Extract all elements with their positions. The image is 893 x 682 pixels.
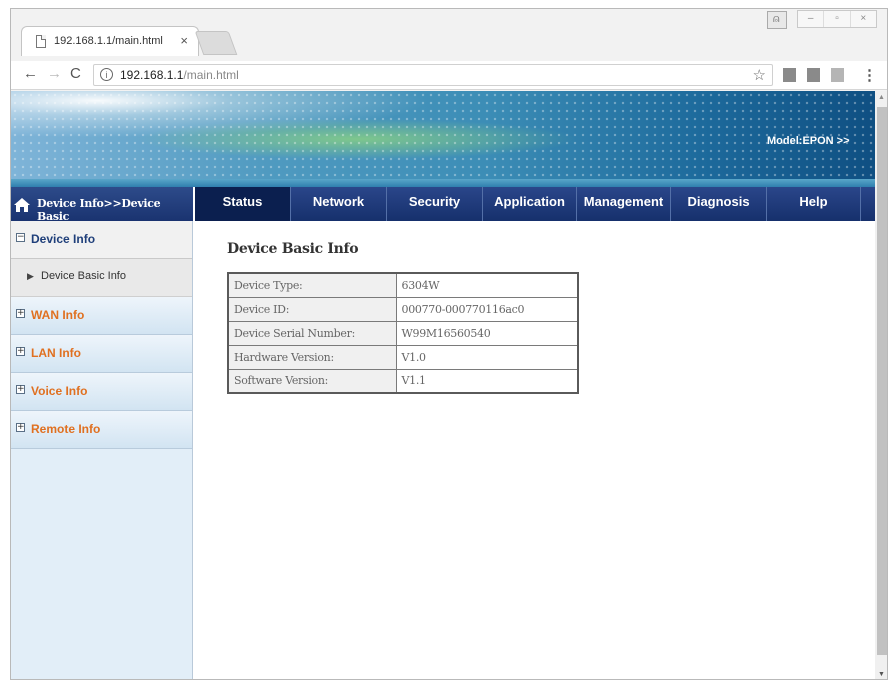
reload-icon[interactable]: C	[70, 65, 81, 82]
page-icon	[36, 35, 46, 48]
user-profile-icon[interactable]: ⍝	[767, 11, 787, 29]
row-value: V1.1	[395, 368, 579, 394]
extension-icon[interactable]	[807, 68, 820, 82]
row-label: Software Version:	[227, 368, 397, 394]
sidebar-group-wan-info[interactable]: + WAN Info	[11, 297, 192, 335]
address-bar[interactable]: i 192.168.1.1/main.html ☆	[93, 64, 773, 86]
page-title: Device Basic Info	[227, 241, 359, 257]
browser-menu-icon[interactable]: ⋮	[862, 66, 877, 84]
sidebar-group-lan-info[interactable]: + LAN Info	[11, 335, 192, 373]
maximize-button[interactable]: ▫	[824, 11, 851, 27]
window-controls: – ▫ ×	[797, 10, 877, 28]
sidebar-group-label: Voice Info	[31, 384, 88, 398]
info-icon[interactable]: i	[100, 68, 113, 81]
back-arrow-icon[interactable]: ←	[23, 65, 38, 82]
device-info-table: Device Type: 6304W Device ID: 000770-000…	[227, 272, 579, 394]
tab-title: 192.168.1.1/main.html	[54, 35, 163, 47]
sidebar-group-voice-info[interactable]: + Voice Info	[11, 373, 192, 411]
breadcrumb: Device Info>>Device Basic	[11, 187, 193, 223]
sidebar-group-label: Device Info	[31, 232, 96, 246]
nav-diagnosis[interactable]: Diagnosis	[671, 187, 767, 221]
scrollbar-thumb[interactable]	[877, 107, 887, 655]
row-value: 000770-000770116ac0	[395, 296, 579, 322]
web-page: Model:EPON >> Device Info>>Device Basic …	[11, 91, 875, 679]
forward-arrow-icon[interactable]: →	[47, 65, 62, 82]
main-nav: Status Network Security Application Mana…	[195, 187, 875, 221]
table-row: Device Type: 6304W	[227, 272, 579, 298]
table-row: Software Version: V1.1	[227, 368, 579, 394]
breadcrumb-text: Device Info>>Device Basic	[37, 197, 161, 223]
sidebar-group-remote-info[interactable]: + Remote Info	[11, 411, 192, 449]
pdf-extension-icon[interactable]	[831, 68, 844, 82]
nav-status[interactable]: Status	[195, 187, 291, 221]
sidebar-group-device-info[interactable]: − Device Info	[11, 221, 192, 259]
row-label: Hardware Version:	[227, 344, 397, 370]
url-text[interactable]: 192.168.1.1/main.html	[120, 68, 239, 82]
nav-help[interactable]: Help	[767, 187, 861, 221]
expand-icon[interactable]: +	[16, 385, 25, 394]
row-label: Device Serial Number:	[227, 320, 397, 346]
triangle-right-icon: ▶	[27, 271, 34, 281]
table-row: Device ID: 000770-000770116ac0	[227, 296, 579, 322]
nav-management[interactable]: Management	[577, 187, 671, 221]
row-label: Device Type:	[227, 272, 397, 298]
row-label: Device ID:	[227, 296, 397, 322]
expand-icon[interactable]: +	[16, 347, 25, 356]
nav-security[interactable]: Security	[387, 187, 483, 221]
row-value: V1.0	[395, 344, 579, 370]
expand-icon[interactable]: +	[16, 423, 25, 432]
tab-strip: 192.168.1.1/main.html × ⍝ – ▫ ×	[11, 9, 887, 61]
row-value: 6304W	[395, 272, 579, 298]
bookmark-star-icon[interactable]: ☆	[753, 66, 766, 84]
minimize-button[interactable]: –	[798, 11, 825, 27]
vertical-scrollbar[interactable]: ▲ ▼	[875, 91, 887, 679]
main-content: Device Basic Info Device Type: 6304W Dev…	[195, 221, 875, 679]
sidebar-group-label: WAN Info	[31, 308, 85, 322]
sidebar: − Device Info ▶ Device Basic Info + WAN …	[11, 221, 193, 679]
banner-pattern	[11, 91, 875, 187]
browser-tab[interactable]: 192.168.1.1/main.html ×	[21, 26, 199, 56]
row-value: W99M16560540	[395, 320, 579, 346]
browser-toolbar: ← → C i 192.168.1.1/main.html ☆ ⋮	[11, 61, 887, 90]
tab-close-button[interactable]: ×	[180, 33, 188, 48]
new-tab-button[interactable]	[194, 31, 238, 55]
sidebar-item-device-basic-info[interactable]: ▶ Device Basic Info	[11, 259, 192, 297]
home-icon	[14, 198, 30, 212]
nav-network[interactable]: Network	[291, 187, 387, 221]
sidebar-item-label: Device Basic Info	[41, 270, 126, 282]
extension-icon[interactable]	[783, 68, 796, 82]
collapse-icon[interactable]: −	[16, 233, 25, 242]
banner-stripe	[11, 179, 875, 187]
header-banner: Model:EPON >>	[11, 91, 875, 187]
sidebar-group-label: Remote Info	[31, 422, 101, 436]
browser-window: 192.168.1.1/main.html × ⍝ – ▫ × ← → C i …	[10, 8, 888, 680]
nav-application[interactable]: Application	[483, 187, 577, 221]
table-row: Device Serial Number: W99M16560540	[227, 320, 579, 346]
close-window-button[interactable]: ×	[851, 11, 876, 27]
model-label[interactable]: Model:EPON >>	[767, 135, 850, 147]
expand-icon[interactable]: +	[16, 309, 25, 318]
table-row: Hardware Version: V1.0	[227, 344, 579, 370]
sidebar-group-label: LAN Info	[31, 346, 81, 360]
scroll-up-icon[interactable]: ▲	[878, 94, 885, 101]
scroll-down-icon[interactable]: ▼	[878, 671, 885, 678]
